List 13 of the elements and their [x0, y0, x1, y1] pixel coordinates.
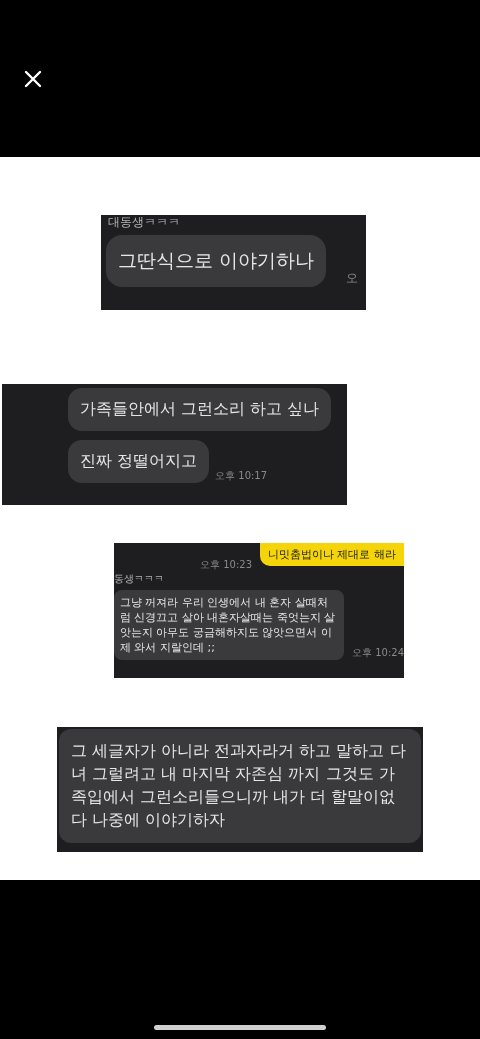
sender-name: 대동생ㅋㅋㅋ — [107, 215, 181, 229]
message-bubble: 니밋춤법이나 제대로 해라 — [260, 543, 404, 566]
sender-name: 동생ㅋㅋㅋ — [114, 572, 165, 586]
close-icon[interactable] — [24, 69, 42, 88]
message-bubble: 그딴식으로 이야기하나 — [106, 235, 327, 287]
message-bubble: 그 세글자가 아니라 전과자라거 하고 말하고 다녀 그럴려고 내 마지막 자존심 까지 그것도 가족입에서 그런소리들으니까 내가 더 할말이없다 나중에 이야기하자 — [59, 729, 421, 843]
message-bubble: 가족들안에서 그런소리 하고 싶나 — [68, 388, 332, 431]
message-time: 오후 10:23 — [200, 558, 252, 572]
message-bubble: 진짜 정떨어지고 — [68, 440, 210, 483]
message-time: 오후 10:24 — [352, 646, 404, 660]
message-bubble: 그냥 꺼져라 우리 인생에서 내 혼자 살때처럼 신경끄고 살아 내혼자살때는 죽엇는지 살앗는지 아무도 궁금해하지도 않앗으면서 이제 와서 지랄인데 ;; — [114, 590, 344, 660]
message-time: 오후 10:17 — [215, 469, 268, 483]
message-time: 오 — [346, 270, 359, 287]
